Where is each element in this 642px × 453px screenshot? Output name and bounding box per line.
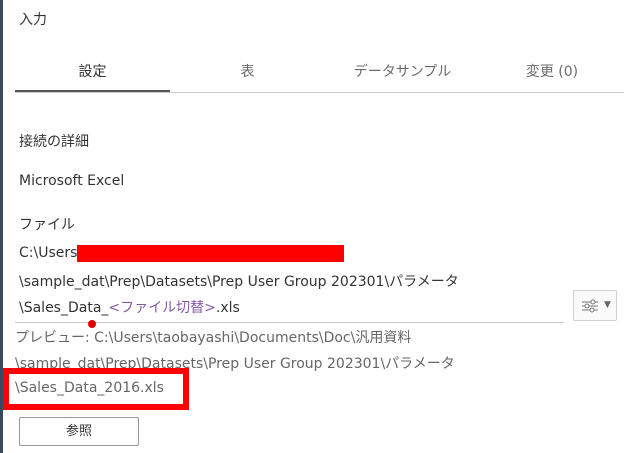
parameter-options-button[interactable]: ▼: [573, 290, 617, 321]
file-label: ファイル: [19, 217, 75, 233]
sliders-icon: [582, 299, 598, 313]
tab-data-sample[interactable]: データサンプル: [325, 58, 480, 90]
file-path-line-3[interactable]: \Sales_Data_<ファイル切替>.xls: [19, 297, 240, 317]
tab-settings[interactable]: 設定: [15, 58, 170, 92]
connection-type: Microsoft Excel: [19, 173, 125, 189]
file-path-line-1[interactable]: C:\Users: [19, 245, 77, 261]
parameter-token[interactable]: <ファイル切替>: [108, 300, 215, 316]
file-path-suffix: .xls: [215, 300, 240, 316]
chevron-down-icon: ▼: [604, 300, 611, 310]
tab-changes[interactable]: 変更 (0): [480, 58, 624, 90]
tab-bar: 設定 表 データサンプル 変更 (0): [15, 58, 624, 93]
file-path-prefix: \Sales_Data_: [19, 300, 109, 316]
browse-button[interactable]: 参照: [19, 417, 139, 446]
connection-details-label: 接続の詳細: [19, 134, 89, 150]
tab-table[interactable]: 表: [170, 58, 325, 90]
panel-title: 入力: [19, 12, 47, 28]
file-path-line-2[interactable]: \sample_dat\Prep\Datasets\Prep User Grou…: [19, 271, 459, 291]
redaction-box: [77, 245, 344, 262]
annotation-highlight-box: [3, 368, 189, 410]
preview-line-1: プレビュー: C:\Users\taobayashi\Documents\Doc…: [15, 330, 412, 346]
file-path-field-underline: [15, 322, 564, 323]
